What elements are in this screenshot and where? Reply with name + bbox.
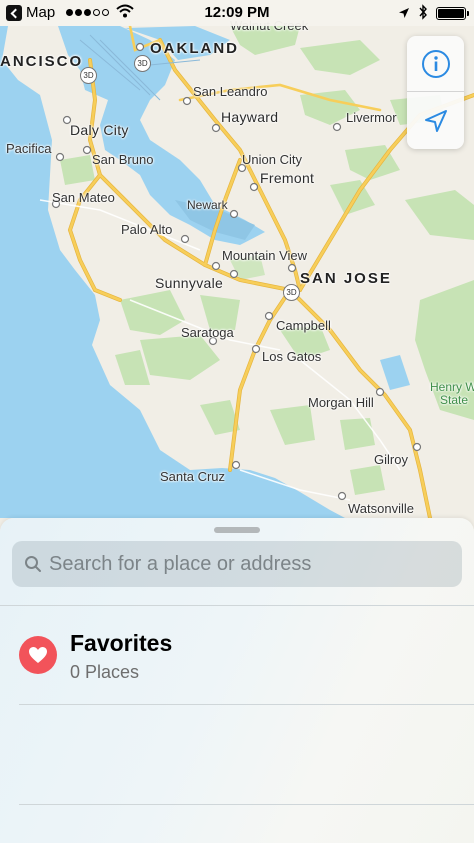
map-label[interactable]: Union City: [242, 152, 302, 167]
map-label[interactable]: Los Gatos: [262, 349, 321, 364]
map-controls: [407, 36, 464, 149]
sheet-grabber[interactable]: [214, 527, 260, 533]
map-label[interactable]: San Mateo: [52, 190, 115, 205]
map-label[interactable]: San Bruno: [92, 152, 153, 167]
location-arrow-icon: [424, 110, 447, 132]
map-label[interactable]: Henry W: [430, 380, 474, 394]
map-label[interactable]: Mountain View: [222, 248, 307, 263]
favorites-subtitle: 0 Places: [70, 662, 140, 682]
map-label[interactable]: Morgan Hill: [308, 395, 374, 410]
map-label[interactable]: Hayward: [221, 109, 278, 125]
search-input[interactable]: [49, 541, 449, 587]
heart-icon: [19, 636, 57, 674]
map-label[interactable]: State: [440, 393, 468, 407]
map-label[interactable]: Campbell: [276, 318, 331, 333]
map-label[interactable]: SAN JOSE: [300, 270, 392, 287]
map-label[interactable]: Palo Alto: [121, 222, 172, 237]
map-label[interactable]: Santa Cruz: [160, 469, 225, 484]
map-label[interactable]: Sunnyvale: [155, 275, 223, 291]
search-icon: [25, 556, 41, 572]
3d-badge: 3D: [283, 284, 300, 301]
map-label[interactable]: Saratoga: [181, 325, 234, 340]
divider: [19, 804, 474, 805]
tracking-button[interactable]: [407, 93, 464, 149]
map-label[interactable]: Watsonville: [348, 501, 414, 516]
status-bar: Map 12:09 PM: [0, 0, 474, 26]
bottom-sheet[interactable]: Favorites 0 Places: [0, 518, 474, 843]
info-icon: [421, 49, 450, 78]
map-label[interactable]: Livermor: [346, 110, 397, 125]
map-label[interactable]: Pacifica: [6, 141, 52, 156]
battery-icon: [436, 7, 469, 20]
map-label[interactable]: Fremont: [260, 170, 314, 186]
3d-badge: 3D: [134, 55, 151, 72]
search-bar[interactable]: [12, 541, 462, 587]
map-label[interactable]: Newark: [187, 198, 228, 212]
map-label[interactable]: ANCISCO: [0, 53, 83, 70]
map-label[interactable]: Gilroy: [374, 452, 408, 467]
info-button[interactable]: [407, 36, 464, 92]
divider: [19, 704, 474, 705]
map-label[interactable]: San Leandro: [193, 84, 267, 99]
favorites-title: Favorites: [70, 630, 173, 656]
map-label[interactable]: Daly City: [70, 122, 129, 138]
favorites-row[interactable]: Favorites 0 Places: [0, 606, 474, 704]
map-label[interactable]: OAKLAND: [150, 40, 239, 57]
bluetooth-icon: [418, 4, 428, 24]
location-arrow-icon: [398, 6, 410, 23]
